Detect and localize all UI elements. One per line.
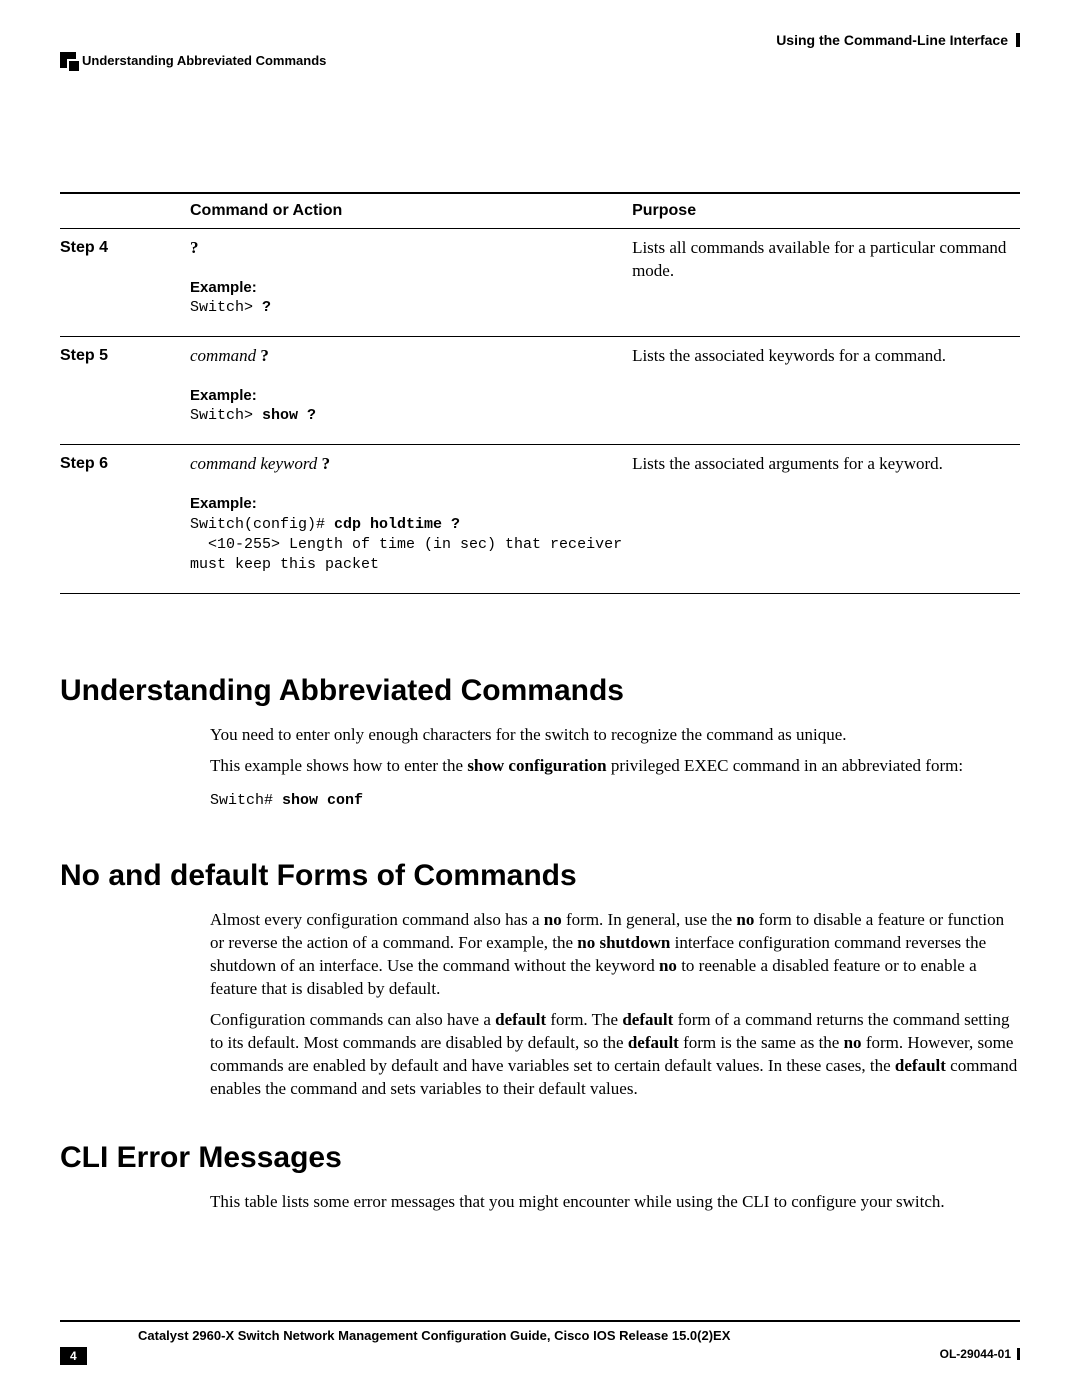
page-footer: Catalyst 2960-X Switch Network Managemen…: [60, 1320, 1020, 1365]
paragraph: You need to enter only enough characters…: [210, 724, 1020, 747]
page-number: 4: [60, 1347, 87, 1365]
command-bold: ?: [317, 454, 330, 473]
command-italic: command: [190, 346, 256, 365]
purpose-cell: Lists all commands available for a parti…: [632, 228, 1020, 336]
steps-table: Command or Action Purpose Step 4 ? Examp…: [60, 192, 1020, 594]
section-body-errors: This table lists some error messages tha…: [210, 1191, 1020, 1214]
table-row: Step 5 command ? Example: Switch> show ?…: [60, 337, 1020, 445]
footer-doc-title: Catalyst 2960-X Switch Network Managemen…: [138, 1328, 1020, 1343]
footer-doc-id: OL-29044-01: [940, 1347, 1020, 1361]
header-right-bar-icon: [1016, 33, 1020, 47]
paragraph: Almost every configuration command also …: [210, 909, 1020, 1001]
section-title-errors: CLI Error Messages: [60, 1141, 1020, 1175]
header-right-text: Using the Command-Line Interface: [776, 32, 1008, 48]
col-header-command: Command or Action: [190, 193, 632, 228]
example-code: Switch> show ?: [190, 406, 622, 426]
command-italic: command keyword: [190, 454, 317, 473]
footer-bar-icon: [1017, 1348, 1020, 1360]
col-header-step: [60, 193, 190, 228]
purpose-cell: Lists the associated keywords for a comm…: [632, 337, 1020, 445]
col-header-purpose: Purpose: [632, 193, 1020, 228]
header-section-title: Understanding Abbreviated Commands: [60, 52, 326, 68]
paragraph: Configuration commands can also have a d…: [210, 1009, 1020, 1101]
paragraph: This table lists some error messages tha…: [210, 1191, 1020, 1214]
step-label: Step 6: [60, 445, 190, 594]
section-title-nodefault: No and default Forms of Commands: [60, 859, 1020, 893]
command-cell: command keyword ? Example: Switch(config…: [190, 445, 632, 594]
step-label: Step 5: [60, 337, 190, 445]
section-title-abbreviated: Understanding Abbreviated Commands: [60, 674, 1020, 708]
step-label: Step 4: [60, 228, 190, 336]
page-content: Using the Command-Line Interface Underst…: [60, 32, 1020, 1355]
example-code: Switch> ?: [190, 298, 622, 318]
example-label: Example:: [190, 494, 622, 514]
command-bold: ?: [256, 346, 269, 365]
example-code-abbrev: Switch# show conf: [210, 792, 1020, 809]
table-row: Step 6 command keyword ? Example: Switch…: [60, 445, 1020, 594]
command-text: ?: [190, 238, 199, 257]
page-header: Using the Command-Line Interface Underst…: [60, 32, 1020, 72]
example-code: Switch(config)# cdp holdtime ? <10-255> …: [190, 515, 622, 576]
command-cell: command ? Example: Switch> show ?: [190, 337, 632, 445]
command-cell: ? Example: Switch> ?: [190, 228, 632, 336]
example-label: Example:: [190, 386, 622, 406]
header-left-text: Understanding Abbreviated Commands: [82, 53, 326, 68]
purpose-cell: Lists the associated arguments for a key…: [632, 445, 1020, 594]
section-body-abbreviated: You need to enter only enough characters…: [210, 724, 1020, 778]
table-header-row: Command or Action Purpose: [60, 193, 1020, 228]
header-chapter-title: Using the Command-Line Interface: [776, 32, 1020, 48]
table-row: Step 4 ? Example: Switch> ? Lists all co…: [60, 228, 1020, 336]
paragraph: This example shows how to enter the show…: [210, 755, 1020, 778]
header-square-icon: [60, 52, 76, 68]
section-body-nodefault: Almost every configuration command also …: [210, 909, 1020, 1101]
example-label: Example:: [190, 278, 622, 298]
